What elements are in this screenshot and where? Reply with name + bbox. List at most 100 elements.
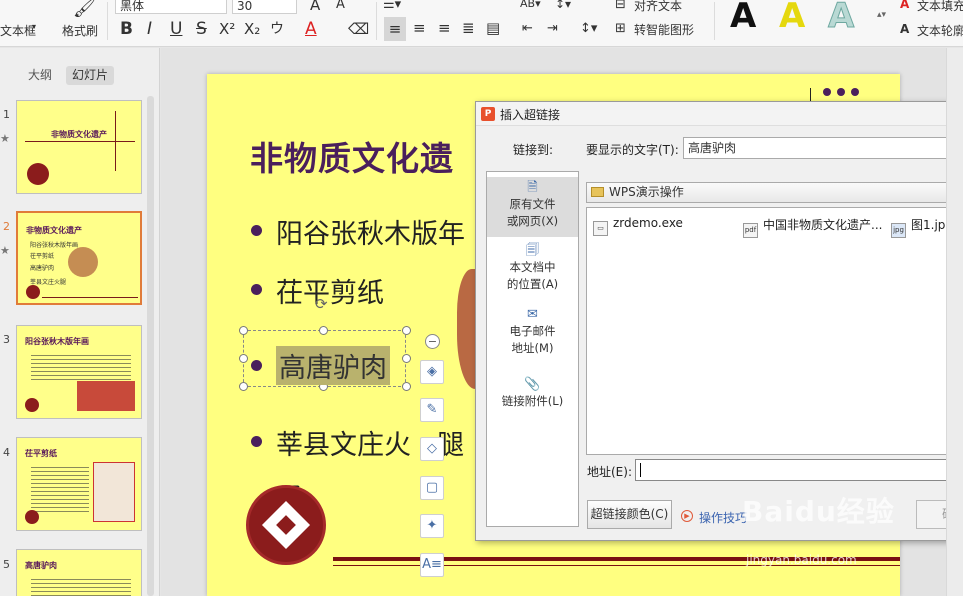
font-grow-button[interactable]: A (310, 0, 320, 14)
collapse-icon[interactable]: − (425, 334, 440, 349)
subscript-button[interactable]: X₂ (244, 18, 260, 40)
format-painter-button[interactable]: 格式刷 (62, 22, 98, 39)
decor-dot (851, 88, 859, 96)
link-to-item-label: 或网页(X) (506, 214, 559, 228)
folder-name: WPS演示操作 (609, 185, 684, 199)
resize-handle[interactable] (319, 326, 328, 335)
clear-format-icon[interactable]: ⌫ (348, 18, 369, 40)
distribute-icon[interactable]: ▤ (486, 19, 500, 37)
thumbnail-text-block (31, 464, 89, 514)
tab-outline[interactable]: 大纲 (22, 66, 58, 85)
slide-thumbnail-1[interactable]: 非物质文化遗产 (16, 100, 142, 194)
link-to-email[interactable]: ✉ 电子邮件 地址(M) (487, 306, 578, 366)
file-item[interactable]: pdf 中国非物质文化遗产... (743, 216, 882, 238)
address-input[interactable] (635, 459, 963, 481)
brush-icon[interactable]: ✎ (420, 398, 444, 422)
text-style-black[interactable]: A (730, 0, 756, 36)
font-name-select[interactable]: 黑体 (115, 0, 227, 14)
rotate-handle-icon[interactable]: ⟳ (315, 295, 328, 313)
paperclip-icon: 📎 (524, 377, 541, 392)
thumbnail-line (42, 297, 138, 298)
dialog-title-bar[interactable]: P 插入超链接 (476, 102, 963, 126)
bold-button[interactable]: B (120, 18, 133, 40)
link-to-this-document[interactable]: 🗐 本文档中 的位置(A) (487, 242, 578, 302)
slide-thumbnail-3[interactable]: 阳谷张秋木版年画 (16, 325, 142, 419)
bullet-list-icon[interactable]: ☰▾ (383, 0, 401, 12)
line-spacing-icon[interactable]: ↕▾ (580, 21, 597, 36)
fill-icon[interactable]: ◇ (420, 437, 444, 461)
slide-title[interactable]: 非物质文化遗 (250, 132, 454, 180)
decor-dot (837, 88, 845, 96)
underline-button[interactable]: U (170, 18, 182, 40)
align-left-icon[interactable]: ≡ (384, 17, 406, 41)
link-to-panel: 🗎 原有文件 或网页(X) 🗐 本文档中 的位置(A) ✉ 电子邮件 地址(M)… (486, 171, 579, 527)
text-outline-button[interactable]: 文本轮廓 (917, 22, 963, 39)
hyperlink-color-button[interactable]: 超链接颜色(C) (587, 500, 672, 529)
resize-handle[interactable] (402, 354, 411, 363)
indent-increase-icon[interactable]: ⇥ (547, 21, 558, 36)
baidu-watermark: Baidu经验 (742, 495, 895, 528)
text-style-outline[interactable]: A (827, 0, 854, 37)
align-right-icon[interactable]: ≡ (438, 19, 451, 37)
link-to-attachment[interactable]: 📎 链接附件(L) (487, 377, 578, 417)
thumbnail-image (93, 462, 135, 522)
smartart-button[interactable]: 转智能图形 (634, 21, 694, 38)
font-name-value: 黑体 (120, 0, 145, 13)
canvas-scrollbar[interactable] (946, 48, 963, 596)
thumbnail-title: 非物质文化遗产 (26, 226, 82, 235)
folder-icon (591, 187, 604, 197)
file-list[interactable]: ▭ zrdemo.exe pdf 中国非物质文化遗产... jpg 图1.jpg (586, 207, 963, 455)
text-style-more-icon[interactable]: ▴▾ (877, 10, 886, 20)
font-size-select[interactable]: 30 (232, 0, 297, 14)
bullet-item[interactable]: 莘县文庄火 (276, 423, 411, 462)
line-spacing-top-icon[interactable]: ↕▾ (555, 0, 571, 11)
link-to-existing-file[interactable]: 🗎 原有文件 或网页(X) (487, 177, 578, 237)
strikethrough-button[interactable]: S (196, 18, 207, 40)
justify-icon[interactable]: ≣ (462, 19, 475, 37)
text-fill-button[interactable]: 文本填充 (917, 0, 963, 14)
display-text-input[interactable]: 高唐驴肉 (683, 137, 963, 159)
font-color-button[interactable]: A (305, 18, 317, 40)
outline-icon[interactable]: ▢ (420, 476, 444, 500)
textbox-button[interactable]: 文本框 (0, 22, 36, 39)
format-painter-icon[interactable]: 🖌 (73, 0, 96, 19)
thumbnail-emblem (27, 163, 49, 185)
file-item[interactable]: ▭ zrdemo.exe (593, 216, 683, 236)
superscript-button[interactable]: X² (219, 18, 235, 40)
align-center-icon[interactable]: ≡ (413, 19, 426, 37)
selected-bullet-text[interactable]: 高唐驴肉 (276, 346, 390, 385)
thumbnail-decoration (68, 247, 98, 277)
tips-link[interactable]: 操作技巧 (699, 509, 747, 526)
text-style-yellow[interactable]: A (779, 0, 805, 36)
italic-button[interactable]: I (147, 18, 152, 40)
resize-handle[interactable] (239, 382, 248, 391)
text-direction-icon[interactable]: AB▾ (520, 0, 541, 10)
bullet-dot (251, 284, 262, 295)
bullet-item[interactable]: 茌平剪纸 (276, 271, 384, 310)
resize-handle[interactable] (239, 326, 248, 335)
tab-slides[interactable]: 幻灯片 (66, 66, 115, 85)
phonetic-guide-button[interactable]: ウ (270, 18, 284, 40)
file-item[interactable]: jpg 图1.jpg (891, 216, 953, 238)
folder-select[interactable]: WPS演示操作 (586, 182, 963, 203)
resize-handle[interactable] (402, 382, 411, 391)
play-tips-icon[interactable]: ▶ (681, 510, 693, 522)
resize-handle[interactable] (239, 354, 248, 363)
slide-thumbnail-5[interactable]: 高唐驴肉 (16, 549, 142, 596)
layers-icon[interactable]: ◈ (420, 360, 444, 384)
slide-thumbnail-2[interactable]: 非物质文化遗产 阳谷张秋木版年画 茌平剪纸 高唐驴肉 莘县文庄火腿 (16, 211, 142, 305)
text-effect-icon[interactable]: A≡ (420, 553, 444, 577)
bullet-item[interactable]: 阳谷张秋木版年 (276, 212, 465, 251)
slide-thumbnail-4[interactable]: 茌平剪纸 (16, 437, 142, 531)
font-shrink-button[interactable]: A (336, 0, 345, 12)
resize-handle[interactable] (402, 326, 411, 335)
effects-icon[interactable]: ✦ (420, 514, 444, 538)
email-icon: ✉ (527, 307, 538, 322)
thumbnail-emblem (26, 285, 40, 299)
align-text-button[interactable]: 对齐文本 (634, 0, 682, 14)
textbox-dropdown-arrow-icon[interactable]: ▾ (32, 22, 36, 31)
thumbnail-scrollbar[interactable] (147, 96, 154, 596)
thumbnail-line (25, 141, 135, 142)
indent-decrease-icon[interactable]: ⇤ (522, 21, 533, 36)
file-name: 中国非物质文化遗产... (763, 218, 883, 232)
